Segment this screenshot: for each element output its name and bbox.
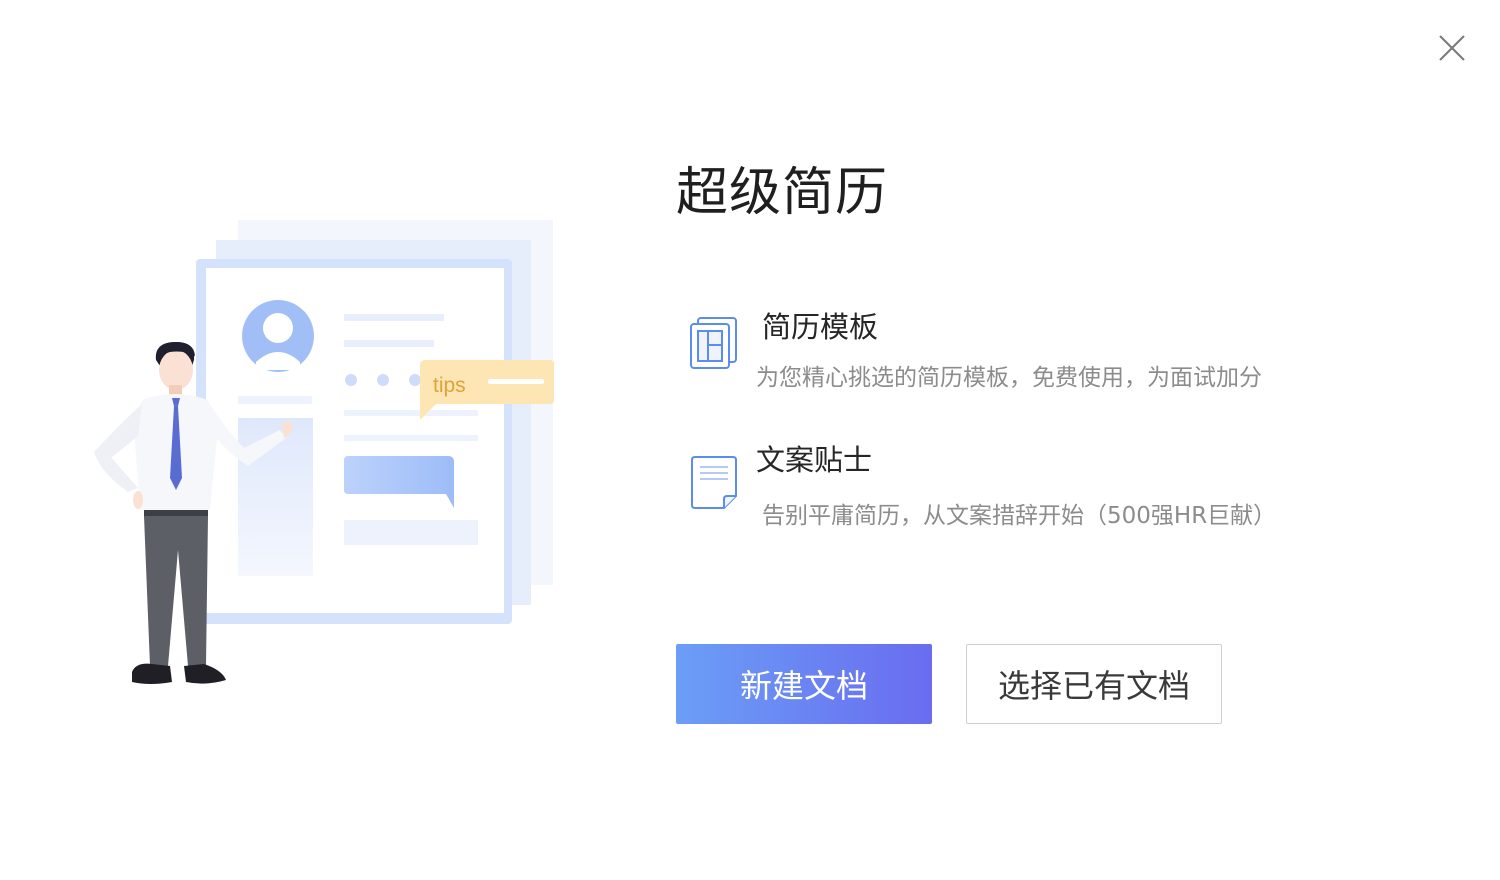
new-document-button[interactable]: 新建文档: [676, 644, 932, 724]
tips-label: tips: [433, 374, 466, 397]
document-tips-icon: [691, 456, 737, 509]
close-icon: [1439, 35, 1465, 61]
resume-illustration: tips: [94, 220, 554, 684]
feature-title-resume-template: 简历模板: [762, 310, 879, 344]
feature-desc-resume-template: 为您精心挑选的简历模板，免费使用，为面试加分: [756, 365, 1262, 391]
avatar-icon: [242, 300, 314, 372]
resume-template-icon: [690, 317, 737, 369]
close-button[interactable]: [1432, 28, 1472, 68]
open-existing-document-button[interactable]: 选择已有文档: [966, 644, 1222, 724]
dialog-title: 超级简历: [676, 163, 889, 223]
resume-welcome-dialog: tips 超级简历 简历模板 为您精心挑选的简历模板，免费使用，为面试加分 文案…: [0, 0, 1500, 880]
feature-title-writing-tips: 文案贴士: [756, 443, 873, 477]
feature-desc-writing-tips: 告别平庸简历，从文案措辞开始（500强HR巨献）: [762, 503, 1277, 529]
